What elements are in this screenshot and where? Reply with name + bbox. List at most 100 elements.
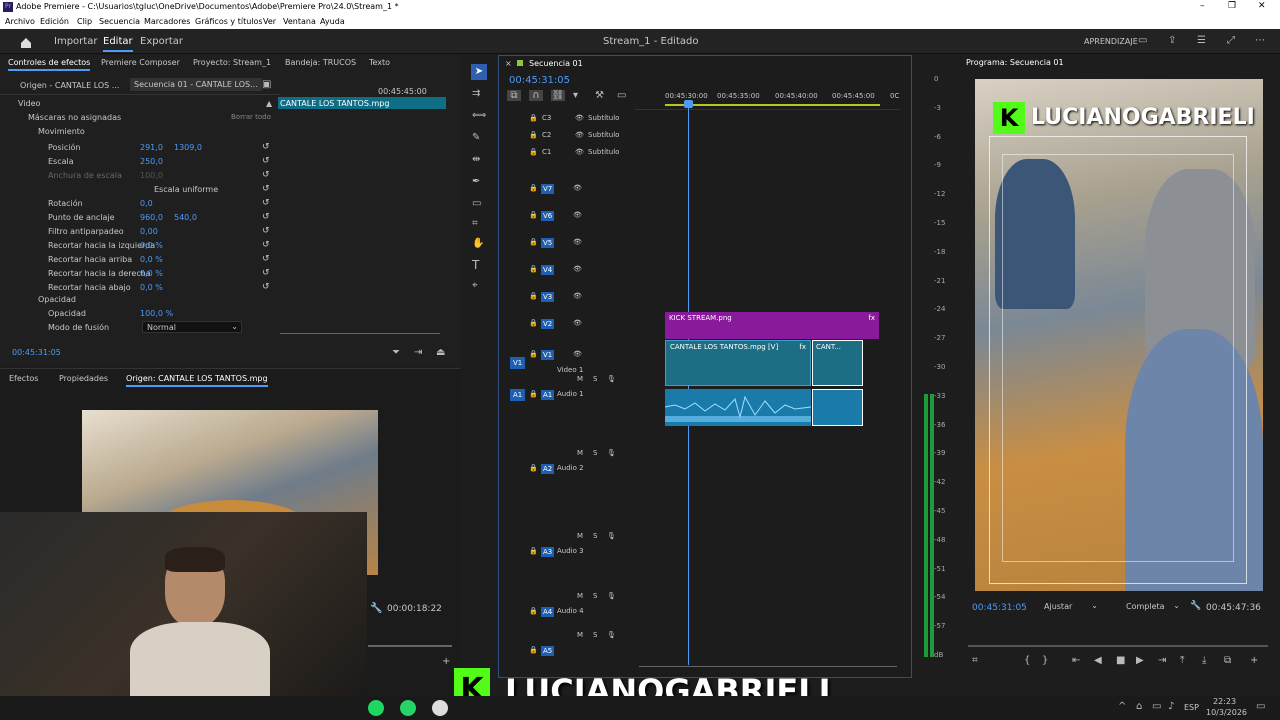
reset-icon[interactable]: ↺ [262,282,270,292]
step-forward-icon[interactable]: ⇥ [1158,655,1166,666]
reset-icon[interactable]: ↺ [262,254,270,264]
track-select-icon[interactable]: ⇉ [472,88,480,99]
menu-secuencia[interactable]: Secuencia [99,17,140,26]
effect-row-value-1[interactable]: 0,0 % [140,241,163,250]
close-sequence-icon[interactable]: × [505,59,512,68]
reset-icon[interactable]: ↺ [262,268,270,278]
snap-icon[interactable]: ∩ [529,90,543,101]
whatsapp-icon[interactable] [400,700,416,716]
source-tab-origin[interactable]: Origen - CANTALE LOS ... [20,81,119,90]
wrench-icon[interactable]: 🔧 [370,603,382,614]
quality-select[interactable]: Completa ⌄ [1122,601,1184,615]
reset-icon[interactable]: ↺ [262,184,270,194]
marker-icon[interactable]: ▾ [573,90,578,101]
playhead-handle[interactable] [684,100,693,108]
spotify-icon[interactable] [368,700,384,716]
tab-bin-trucos[interactable]: Bandeja: TRUCOS [285,58,356,67]
timeline-ruler[interactable]: 00:45:30:00 00:45:35:00 00:45:40:00 00:4… [635,88,900,110]
effect-row-value-2[interactable]: 1309,0 [174,143,202,152]
reset-icon[interactable]: ↺ [262,170,270,180]
reset-icon[interactable]: ↺ [262,240,270,250]
filter-icon[interactable]: ⏷ [392,347,400,358]
mark-out-icon[interactable]: } [1042,655,1048,666]
tab-source[interactable]: Origen: CANTALE LOS TANTOS.mpg [126,374,268,387]
reset-icon[interactable]: ↺ [262,156,270,166]
tab-exportar[interactable]: Exportar [140,36,183,47]
program-timecode[interactable]: 00:45:31:05 [972,603,1027,613]
home-icon[interactable] [20,34,32,48]
fit-select[interactable]: Ajustar ⌄ [1040,601,1102,615]
keyframe-zoom-bar[interactable] [280,333,440,339]
panel-toggle-icon[interactable]: ▣ [262,79,271,90]
learning-button[interactable]: APRENDIZAJE [1084,37,1138,46]
type-icon[interactable]: T [472,258,479,272]
menu-edicion[interactable]: Edición [40,17,69,26]
crop-icon[interactable]: ⌗ [472,218,478,229]
caption-tool-icon[interactable]: ⌖ [472,280,478,291]
opacity-value[interactable]: 100,0 % [140,309,173,318]
effect-row-value-1[interactable]: 291,0 [140,143,163,152]
volume-icon[interactable]: ♪ [1168,701,1174,712]
effect-row-value-1[interactable]: 250,0 [140,157,163,166]
effect-row-value-1[interactable]: 0,0 % [140,283,163,292]
tab-effect-controls[interactable]: Controles de efectos [8,58,91,71]
tab-premiere-composer[interactable]: Premiere Composer [101,58,180,67]
tab-properties[interactable]: Propiedades [59,374,108,383]
clip-cantale-video[interactable]: CANTALE LOS TANTOS.mpg [V] fx [665,340,811,386]
clock-date[interactable]: 10/3/2026 [1206,708,1247,717]
minimize-button[interactable]: – [1200,1,1205,11]
source-tab-sequence[interactable]: Secuencia 01 - CANTALE LOS... [130,78,262,91]
nest-icon[interactable]: ⧉ [507,90,521,101]
tab-effects[interactable]: Efectos [9,374,38,383]
fullscreen-icon[interactable]: ⤢ [1227,35,1235,46]
wrench-icon[interactable]: 🔧 [1190,601,1201,611]
reset-all-button[interactable]: Borrar todo [231,113,271,121]
tab-texto[interactable]: Texto [369,58,390,67]
work-area-bar[interactable] [665,104,880,106]
menu-clip[interactable]: Clip [77,17,92,26]
effect-row-value-1[interactable]: 0,0 % [140,255,163,264]
program-scrub-bar[interactable] [968,645,1268,647]
hand-icon[interactable]: ✋ [472,238,484,249]
maximize-button[interactable]: ❐ [1228,1,1236,11]
effect-row-value-2[interactable]: 540,0 [174,213,197,222]
blend-mode-select[interactable]: Normal ⌄ [142,321,242,333]
xbox-icon[interactable] [432,700,448,716]
export-frame-icon[interactable]: ⧉ [1224,655,1231,666]
menu-ver[interactable]: Ver [263,17,276,26]
battery-icon[interactable]: ▭ [1152,701,1161,712]
add-button-icon[interactable]: + [1250,655,1258,666]
step-back-icon[interactable]: ◀ [1094,655,1102,666]
source-zoom-bar[interactable] [368,645,452,647]
more-icon[interactable]: ⋯ [1255,35,1265,46]
marker-icon[interactable]: ⌗ [972,655,978,666]
effect-row-value-1[interactable]: 0,0 [140,199,153,208]
play-icon[interactable]: ▶ [1136,655,1144,666]
timeline-timecode[interactable]: 00:45:31:05 [509,75,570,86]
menu-icon[interactable]: ☰ [1197,35,1206,46]
clip-cantale-audio-2[interactable] [812,389,863,426]
menu-graficos[interactable]: Gráficos y títulos [195,17,263,26]
effect-controls-timecode[interactable]: 00:45:31:05 [12,348,61,357]
close-button[interactable]: ✕ [1258,1,1266,11]
reset-icon[interactable]: ↺ [262,212,270,222]
play-only-icon[interactable]: ⇥ [414,347,422,358]
network-icon[interactable]: ⌂ [1136,701,1142,712]
linked-icon[interactable]: ⛓ [551,90,565,101]
tab-editar[interactable]: Editar [103,36,133,52]
menu-archivo[interactable]: Archivo [5,17,35,26]
menu-marcadores[interactable]: Marcadores [144,17,190,26]
pen-icon[interactable]: ✒ [472,176,480,187]
reset-icon[interactable]: ↺ [262,226,270,236]
tab-importar[interactable]: Importar [54,36,97,47]
clock-time[interactable]: 22:23 [1213,697,1236,706]
menu-ventana[interactable]: Ventana [283,17,316,26]
export-icon[interactable]: ⏏ [436,347,445,358]
mark-in-icon[interactable]: { [1024,655,1030,666]
lift-icon[interactable]: ⤒ [1180,655,1184,666]
razor-icon[interactable]: ✎ [472,132,480,143]
clip-cantale-audio[interactable] [665,389,811,426]
add-icon[interactable]: + [442,656,450,667]
effect-row-value-1[interactable]: 100,0 [140,171,163,180]
slip-icon[interactable]: ⇹ [472,154,480,165]
